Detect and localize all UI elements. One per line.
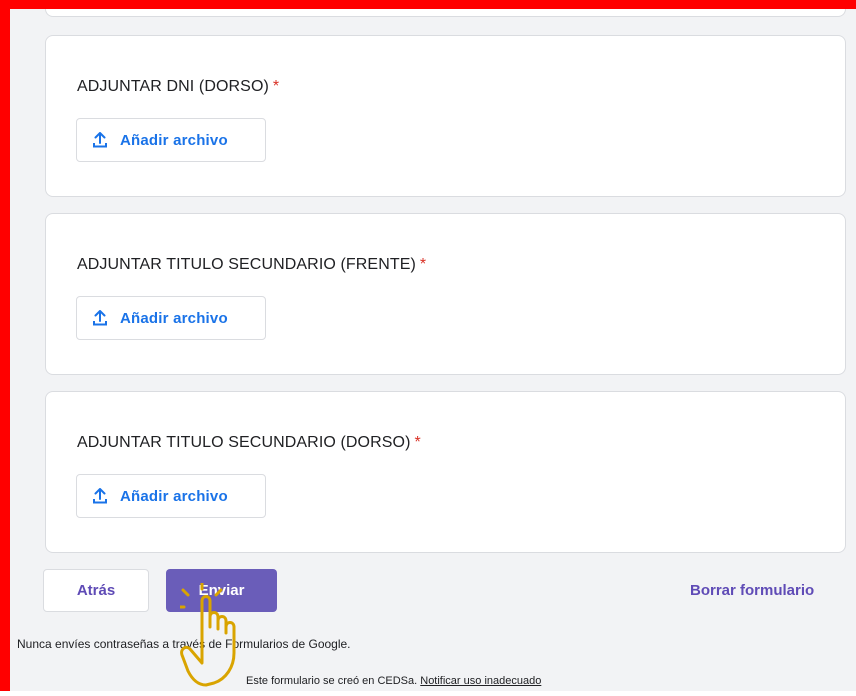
required-asterisk: *	[419, 256, 427, 273]
upload-icon	[90, 308, 110, 328]
add-file-button[interactable]: Añadir archivo	[76, 118, 266, 162]
question-card-titulo-dorso: ADJUNTAR TITULO SECUNDARIO (DORSO) * Añad…	[45, 391, 846, 553]
question-label: ADJUNTAR DNI (DORSO)	[77, 78, 269, 95]
upload-icon	[90, 130, 110, 150]
previous-question-card	[45, 9, 846, 17]
password-warning: Nunca envíes contraseñas a través de For…	[17, 637, 351, 651]
required-asterisk: *	[414, 434, 421, 451]
add-file-label: Añadir archivo	[120, 131, 228, 149]
question-title: ADJUNTAR TITULO SECUNDARIO (FRENTE) *	[77, 256, 426, 274]
clear-form-link[interactable]: Borrar formulario	[690, 582, 814, 599]
question-card-titulo-frente: ADJUNTAR TITULO SECUNDARIO (FRENTE) * Aña…	[45, 213, 846, 375]
report-abuse-link[interactable]: Notificar uso inadecuado	[420, 675, 541, 687]
required-asterisk: *	[272, 78, 280, 95]
add-file-button[interactable]: Añadir archivo	[76, 296, 266, 340]
add-file-button[interactable]: Añadir archivo	[76, 474, 266, 518]
add-file-label: Añadir archivo	[120, 487, 228, 505]
question-title: ADJUNTAR TITULO SECUNDARIO (DORSO) *	[77, 434, 421, 452]
form-footer: Este formulario se creó en CEDSa. Notifi…	[246, 675, 541, 687]
add-file-label: Añadir archivo	[120, 309, 228, 327]
submit-button[interactable]: Enviar	[166, 569, 277, 612]
created-in-text: Este formulario se creó en CEDSa.	[246, 675, 418, 687]
back-button[interactable]: Atrás	[43, 569, 149, 612]
question-label: ADJUNTAR TITULO SECUNDARIO (FRENTE)	[77, 256, 416, 273]
highlight-frame-top	[0, 0, 856, 9]
question-label: ADJUNTAR TITULO SECUNDARIO (DORSO)	[77, 434, 411, 451]
question-title: ADJUNTAR DNI (DORSO) *	[77, 78, 279, 96]
upload-icon	[90, 486, 110, 506]
question-card-dni-dorso: ADJUNTAR DNI (DORSO) * Añadir archivo	[45, 35, 846, 197]
highlight-frame-left	[0, 0, 10, 691]
